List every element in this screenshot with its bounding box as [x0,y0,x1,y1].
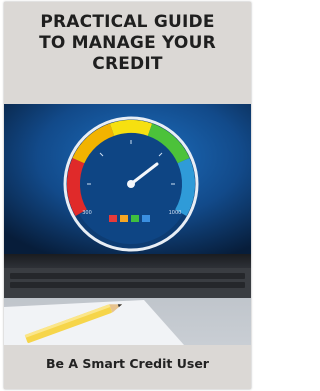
credit-gauge: 300 1000 [63,116,199,252]
title-line-1: PRACTICAL GUIDE [40,12,215,32]
legend-square-3 [131,215,139,222]
legend-square-2 [120,215,128,222]
book-subtitle: Be A Smart Credit User [46,356,209,371]
book-title: PRACTICAL GUIDE TO MANAGE YOUR CREDIT [4,12,251,75]
title-line-3: CREDIT [92,54,163,74]
gauge-max-label: 1000 [169,210,182,216]
laptop-bezel [4,254,251,268]
gauge-needle-hub [127,180,135,188]
gauge-min-label: 300 [82,210,92,216]
legend-square-1 [109,215,117,222]
legend-square-4 [142,215,150,222]
gauge-arc-yellow [109,120,153,136]
title-line-2: TO MANAGE YOUR [39,33,216,53]
book-cover: PRACTICAL GUIDE TO MANAGE YOUR CREDIT 30… [4,2,251,389]
cover-photo: 300 1000 [4,104,251,345]
